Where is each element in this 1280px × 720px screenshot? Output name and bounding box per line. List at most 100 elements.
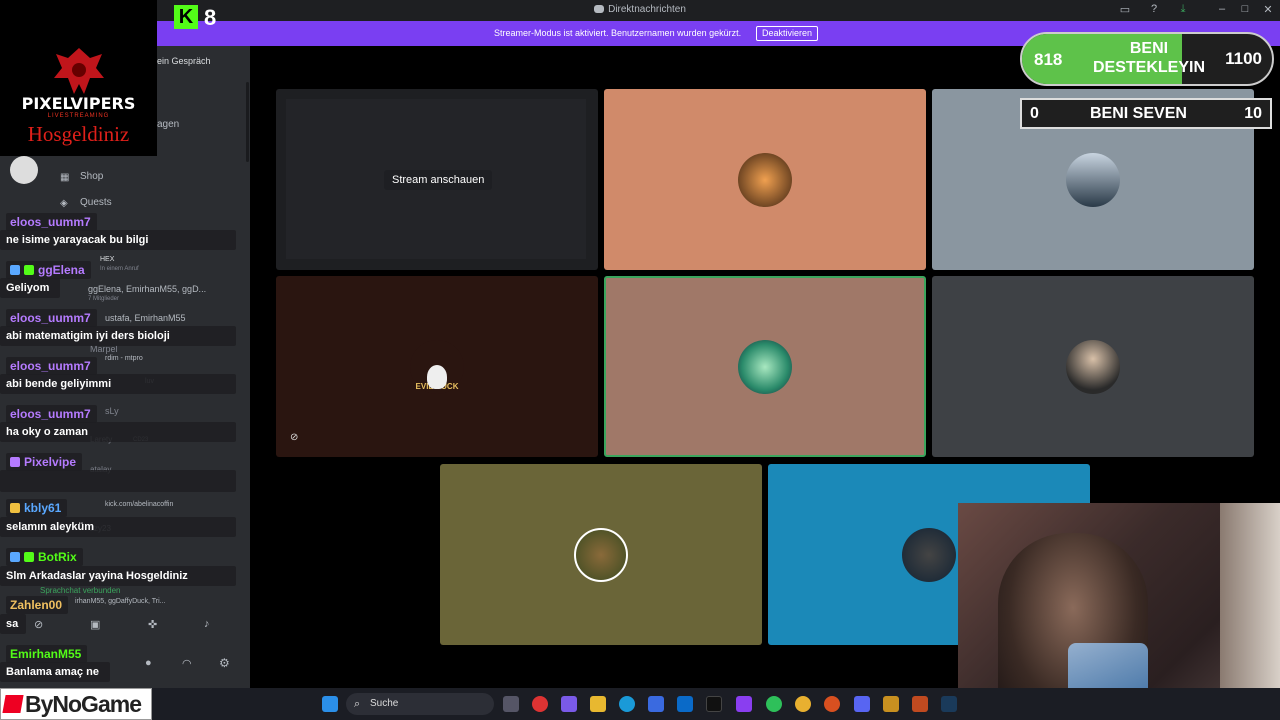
logo-greeting: Hosgeldiniz: [27, 122, 130, 146]
dm-entry-label[interactable]: kick.com/abelinacoffin: [105, 501, 173, 508]
badge-icon: [10, 503, 20, 513]
participant-tile[interactable]: EVIL DUCK ⊘: [276, 276, 598, 457]
app-icon[interactable]: [824, 696, 840, 712]
activities-icon[interactable]: ✜: [148, 618, 157, 631]
chat-username: Zahlen00: [6, 596, 69, 614]
sidebar-item-quests[interactable]: Quests: [80, 197, 112, 208]
chat-username: eloos_uumm7: [6, 309, 97, 327]
microphone-icon[interactable]: ●: [145, 657, 152, 669]
settings-gear-icon[interactable]: ⚙: [219, 656, 230, 670]
avatar[interactable]: [10, 156, 38, 184]
avatar: [1066, 152, 1120, 207]
duck-shape: [427, 364, 447, 389]
dm-entry-label[interactable]: sLy: [105, 406, 119, 416]
chat-message: Banlama amaç ne: [0, 662, 110, 682]
chat-username-text: Zahlen00: [10, 598, 63, 612]
task-view-icon[interactable]: [503, 696, 519, 712]
tiktok-icon[interactable]: [706, 696, 722, 712]
support-label: BENI DESTEKLEYIN: [1092, 40, 1205, 76]
dm-entry-sub: 7 Mitglieder: [88, 296, 120, 302]
chat-message: ha oky o zaman: [0, 422, 236, 442]
chat-message: abi matematigim iyi ders bioloji: [0, 326, 236, 346]
window-title-text: Direktnachrichten: [608, 4, 686, 15]
app-icon[interactable]: [912, 696, 928, 712]
chat-username-text: EmirhanM55: [10, 647, 82, 661]
sidebar-partial-item[interactable]: agen: [157, 119, 179, 130]
soundboard-icon[interactable]: ♪: [204, 618, 210, 630]
app-icon[interactable]: [883, 696, 899, 712]
avatar: EVIL DUCK: [410, 339, 464, 394]
quests-icon: ◈: [60, 198, 68, 209]
store-icon[interactable]: [648, 696, 664, 712]
chrome-icon[interactable]: [795, 696, 811, 712]
channel-logo: PIXELVIPERS LIVESTREAMING Hosgeldiniz: [0, 0, 157, 156]
lovers-count: 0: [1030, 105, 1039, 122]
edge-icon[interactable]: [619, 696, 635, 712]
discord-taskbar-icon[interactable]: [854, 696, 870, 712]
chat-username: BotRix: [6, 548, 83, 566]
start-menu-icon[interactable]: [322, 696, 338, 712]
kick-viewer-counter: K 8: [170, 3, 230, 31]
download-icon[interactable]: ⤓: [1175, 3, 1191, 16]
support-goal-widget: 818 BENI DESTEKLEYIN 1100: [1020, 32, 1274, 86]
sidebar-scrollbar[interactable]: [246, 82, 249, 162]
taskbar-search[interactable]: ⌕ Suche: [346, 693, 494, 715]
support-goal: 1100: [1225, 49, 1262, 68]
deactivate-button[interactable]: Deaktivieren: [756, 26, 819, 41]
lovers-goal-widget: 0 BENI SEVEN 10: [1020, 98, 1272, 129]
start-conversation[interactable]: ein Gespräch: [157, 56, 211, 66]
chat-username-text: BotRix: [38, 550, 77, 564]
chat-username: eloos_uumm7: [6, 213, 97, 231]
kick-logo-icon: K: [174, 5, 198, 29]
dm-entry-label[interactable]: ustafa, EmirhanM55: [105, 313, 186, 323]
participant-tile[interactable]: [440, 464, 762, 645]
avatar: [1066, 339, 1120, 394]
copilot-icon[interactable]: [561, 696, 577, 712]
voice-status: Sprachchat verbunden: [40, 586, 121, 595]
dm-entry-label[interactable]: ggElena, EmirhanM55, ggD...: [88, 284, 206, 294]
chat-username: ggElena: [6, 261, 91, 279]
mail-icon[interactable]: [677, 696, 693, 712]
chat-message: Slm Arkadaslar yayina Hosgeldiniz: [0, 566, 236, 586]
dm-entry-label[interactable]: HEX: [100, 256, 114, 263]
close-icon[interactable]: ✕: [1260, 3, 1276, 16]
headphones-icon[interactable]: ◠: [182, 657, 192, 670]
file-explorer-icon[interactable]: [590, 696, 606, 712]
chat-username-text: kbly61: [24, 501, 62, 515]
search-icon: ⌕: [354, 698, 361, 710]
badge-icon: [10, 552, 20, 562]
chat-username: eloos_uumm7: [6, 405, 97, 423]
help-icon[interactable]: ?: [1146, 3, 1162, 15]
avatar: [738, 152, 792, 207]
lovers-label: BENI SEVEN: [1090, 105, 1187, 122]
dm-entry-label[interactable]: rdim - mtpro: [105, 355, 143, 362]
app-icon[interactable]: [532, 696, 548, 712]
dm-entry-sub: In einem Anruf: [100, 266, 139, 272]
badge-icon: [10, 457, 20, 467]
inbox-icon[interactable]: ▭: [1117, 3, 1133, 16]
camera-off-icon[interactable]: ⊘: [34, 618, 43, 631]
avatar: [738, 339, 792, 394]
screen-share-icon[interactable]: ▣: [90, 618, 100, 631]
speaking-participant-tile[interactable]: [604, 276, 926, 457]
chat-username-text: eloos_uumm7: [10, 359, 91, 373]
avatar: [902, 527, 956, 582]
logo-name: PIXELVIPERS: [21, 94, 136, 113]
participant-tile[interactable]: [932, 276, 1254, 457]
maximize-icon[interactable]: □: [1237, 3, 1253, 15]
steam-icon[interactable]: [941, 696, 957, 712]
minimize-icon[interactable]: –: [1214, 3, 1230, 15]
chat-username: EmirhanM55: [6, 645, 88, 663]
chat-username: eloos_uumm7: [6, 357, 97, 375]
taskbar-search-label: Suche: [370, 698, 399, 709]
bynogame-logo-icon: [2, 695, 24, 713]
watch-stream-button[interactable]: Stream anschauen: [384, 170, 493, 190]
participant-tile[interactable]: [604, 89, 926, 270]
sidebar-item-shop[interactable]: Shop: [80, 171, 103, 182]
whatsapp-icon[interactable]: [766, 696, 782, 712]
chat-message: Geliyom: [0, 278, 60, 298]
chat-message: ne isime yarayacak bu bilgi: [0, 230, 236, 250]
twitch-icon[interactable]: [736, 696, 752, 712]
badge-icon: [24, 552, 34, 562]
chat-username-text: Pixelvipe: [24, 455, 77, 469]
